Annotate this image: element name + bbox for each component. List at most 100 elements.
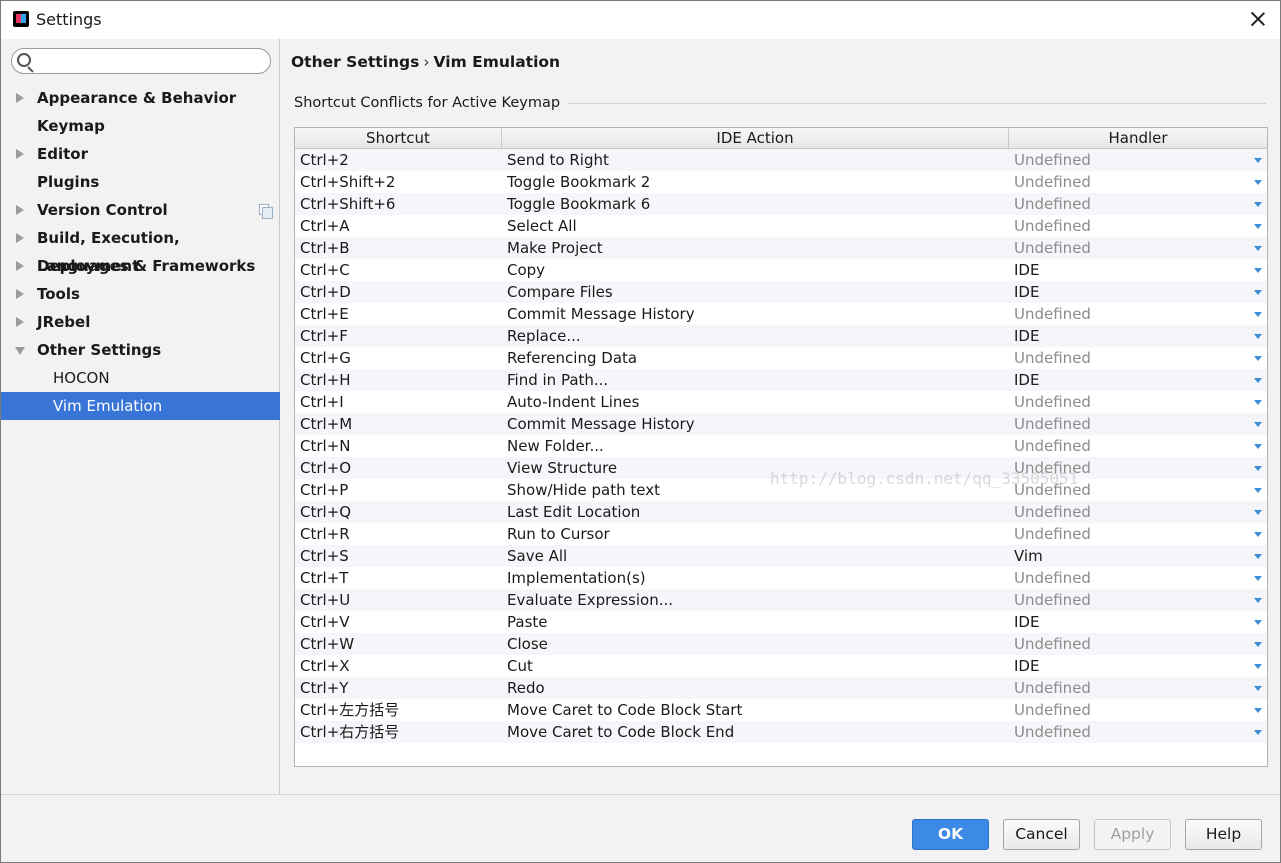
handler-dropdown-arrow-icon[interactable] bbox=[1254, 730, 1262, 735]
handler-cell[interactable]: IDE bbox=[1014, 259, 1244, 281]
breadcrumb-parent[interactable]: Other Settings bbox=[291, 53, 419, 71]
handler-cell[interactable]: Undefined bbox=[1014, 303, 1244, 325]
handler-cell[interactable]: IDE bbox=[1014, 655, 1244, 677]
handler-dropdown-arrow-icon[interactable] bbox=[1254, 554, 1262, 559]
table-row[interactable]: Ctrl+T Implementation(s) Undefined bbox=[295, 567, 1267, 589]
handler-cell[interactable]: Undefined bbox=[1014, 435, 1244, 457]
handler-cell[interactable]: Undefined bbox=[1014, 567, 1244, 589]
handler-dropdown-arrow-icon[interactable] bbox=[1254, 268, 1262, 273]
search-input[interactable] bbox=[38, 51, 266, 71]
table-row[interactable]: Ctrl+C Copy IDE bbox=[295, 259, 1267, 281]
handler-cell[interactable]: Undefined bbox=[1014, 457, 1244, 479]
handler-dropdown-arrow-icon[interactable] bbox=[1254, 158, 1262, 163]
table-row[interactable]: Ctrl+D Compare Files IDE bbox=[295, 281, 1267, 303]
triangle-right-icon[interactable] bbox=[16, 233, 24, 243]
handler-dropdown-arrow-icon[interactable] bbox=[1254, 708, 1262, 713]
table-row[interactable]: Ctrl+F Replace... IDE bbox=[295, 325, 1267, 347]
handler-cell[interactable]: Undefined bbox=[1014, 149, 1244, 171]
column-header-shortcut[interactable]: Shortcut bbox=[295, 128, 502, 149]
table-row[interactable]: Ctrl+Shift+6 Toggle Bookmark 6 Undefined bbox=[295, 193, 1267, 215]
sidebar-item-version-control[interactable]: Version Control bbox=[1, 196, 280, 224]
triangle-right-icon[interactable] bbox=[16, 205, 24, 215]
table-row[interactable]: Ctrl+M Commit Message History Undefined bbox=[295, 413, 1267, 435]
triangle-right-icon[interactable] bbox=[16, 261, 24, 271]
handler-cell[interactable]: Undefined bbox=[1014, 501, 1244, 523]
handler-cell[interactable]: Undefined bbox=[1014, 589, 1244, 611]
handler-cell[interactable]: Undefined bbox=[1014, 523, 1244, 545]
sidebar-item-appearance-behavior[interactable]: Appearance & Behavior bbox=[1, 84, 280, 112]
handler-dropdown-arrow-icon[interactable] bbox=[1254, 422, 1262, 427]
table-row[interactable]: Ctrl+Q Last Edit Location Undefined bbox=[295, 501, 1267, 523]
handler-dropdown-arrow-icon[interactable] bbox=[1254, 334, 1262, 339]
cancel-button[interactable]: Cancel bbox=[1003, 819, 1080, 850]
handler-cell[interactable]: IDE bbox=[1014, 611, 1244, 633]
triangle-down-icon[interactable] bbox=[15, 347, 25, 355]
handler-dropdown-arrow-icon[interactable] bbox=[1254, 202, 1262, 207]
table-row[interactable]: Ctrl+右方括号 Move Caret to Code Block End Und… bbox=[295, 721, 1267, 743]
handler-dropdown-arrow-icon[interactable] bbox=[1254, 378, 1262, 383]
apply-button[interactable]: Apply bbox=[1094, 819, 1171, 850]
handler-cell[interactable]: Undefined bbox=[1014, 237, 1244, 259]
handler-cell[interactable]: Undefined bbox=[1014, 391, 1244, 413]
handler-cell[interactable]: Undefined bbox=[1014, 413, 1244, 435]
handler-dropdown-arrow-icon[interactable] bbox=[1254, 664, 1262, 669]
column-header-ide-action[interactable]: IDE Action bbox=[502, 128, 1009, 149]
handler-dropdown-arrow-icon[interactable] bbox=[1254, 356, 1262, 361]
sidebar-item-vim-emulation[interactable]: Vim Emulation bbox=[1, 392, 280, 420]
handler-dropdown-arrow-icon[interactable] bbox=[1254, 246, 1262, 251]
table-row[interactable]: Ctrl+G Referencing Data Undefined bbox=[295, 347, 1267, 369]
handler-dropdown-arrow-icon[interactable] bbox=[1254, 290, 1262, 295]
handler-dropdown-arrow-icon[interactable] bbox=[1254, 642, 1262, 647]
handler-cell[interactable]: IDE bbox=[1014, 325, 1244, 347]
sidebar-item-tools[interactable]: Tools bbox=[1, 280, 280, 308]
table-row[interactable]: Ctrl+Shift+2 Toggle Bookmark 2 Undefined bbox=[295, 171, 1267, 193]
table-row[interactable]: Ctrl+R Run to Cursor Undefined bbox=[295, 523, 1267, 545]
table-row[interactable]: Ctrl+2 Send to Right Undefined bbox=[295, 149, 1267, 171]
handler-cell[interactable]: Undefined bbox=[1014, 721, 1244, 743]
sidebar-item-languages-frameworks[interactable]: Languages & Frameworks bbox=[1, 252, 280, 280]
sidebar-item-hocon[interactable]: HOCON bbox=[1, 364, 280, 392]
table-row[interactable]: Ctrl+左方括号 Move Caret to Code Block Start U… bbox=[295, 699, 1267, 721]
table-row[interactable]: Ctrl+N New Folder... Undefined bbox=[295, 435, 1267, 457]
handler-cell[interactable]: Vim bbox=[1014, 545, 1244, 567]
close-icon[interactable] bbox=[1248, 9, 1268, 29]
table-row[interactable]: Ctrl+A Select All Undefined bbox=[295, 215, 1267, 237]
handler-dropdown-arrow-icon[interactable] bbox=[1254, 620, 1262, 625]
handler-cell[interactable]: Undefined bbox=[1014, 699, 1244, 721]
handler-dropdown-arrow-icon[interactable] bbox=[1254, 488, 1262, 493]
handler-cell[interactable]: Undefined bbox=[1014, 677, 1244, 699]
sidebar-item-plugins[interactable]: Plugins bbox=[1, 168, 280, 196]
handler-cell[interactable]: Undefined bbox=[1014, 215, 1244, 237]
table-row[interactable]: Ctrl+U Evaluate Expression... Undefined bbox=[295, 589, 1267, 611]
sidebar-item-keymap[interactable]: Keymap bbox=[1, 112, 280, 140]
table-row[interactable]: Ctrl+W Close Undefined bbox=[295, 633, 1267, 655]
handler-dropdown-arrow-icon[interactable] bbox=[1254, 400, 1262, 405]
triangle-right-icon[interactable] bbox=[16, 93, 24, 103]
help-button[interactable]: Help bbox=[1185, 819, 1262, 850]
table-row[interactable]: Ctrl+E Commit Message History Undefined bbox=[295, 303, 1267, 325]
table-row[interactable]: Ctrl+P Show/Hide path text Undefined bbox=[295, 479, 1267, 501]
column-header-handler[interactable]: Handler bbox=[1009, 128, 1267, 149]
triangle-right-icon[interactable] bbox=[16, 149, 24, 159]
table-row[interactable]: Ctrl+H Find in Path... IDE bbox=[295, 369, 1267, 391]
sidebar-item-editor[interactable]: Editor bbox=[1, 140, 280, 168]
triangle-right-icon[interactable] bbox=[16, 289, 24, 299]
handler-cell[interactable]: Undefined bbox=[1014, 479, 1244, 501]
handler-dropdown-arrow-icon[interactable] bbox=[1254, 180, 1262, 185]
handler-cell[interactable]: Undefined bbox=[1014, 171, 1244, 193]
triangle-right-icon[interactable] bbox=[16, 317, 24, 327]
handler-cell[interactable]: Undefined bbox=[1014, 633, 1244, 655]
handler-dropdown-arrow-icon[interactable] bbox=[1254, 576, 1262, 581]
sidebar-item-jrebel[interactable]: JRebel bbox=[1, 308, 280, 336]
handler-cell[interactable]: IDE bbox=[1014, 281, 1244, 303]
table-row[interactable]: Ctrl+O View Structure Undefined bbox=[295, 457, 1267, 479]
table-row[interactable]: Ctrl+Y Redo Undefined bbox=[295, 677, 1267, 699]
handler-cell[interactable]: IDE bbox=[1014, 369, 1244, 391]
handler-dropdown-arrow-icon[interactable] bbox=[1254, 444, 1262, 449]
table-row[interactable]: Ctrl+B Make Project Undefined bbox=[295, 237, 1267, 259]
handler-dropdown-arrow-icon[interactable] bbox=[1254, 686, 1262, 691]
handler-dropdown-arrow-icon[interactable] bbox=[1254, 510, 1262, 515]
handler-dropdown-arrow-icon[interactable] bbox=[1254, 312, 1262, 317]
handler-cell[interactable]: Undefined bbox=[1014, 193, 1244, 215]
handler-dropdown-arrow-icon[interactable] bbox=[1254, 466, 1262, 471]
